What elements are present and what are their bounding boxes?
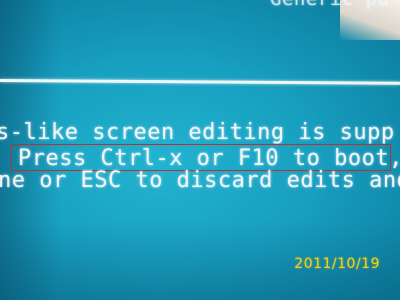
monitor-photo: Generic pa s-like screen editing is supp… [0, 0, 400, 300]
screen-top-text: Generic pa [270, 0, 389, 10]
screen-text-line-3: ne or ESC to discard edits and [0, 168, 400, 193]
screen-text-line-1: s-like screen editing is supp [0, 120, 395, 145]
screen-divider-line [0, 79, 400, 85]
photo-timestamp: 2011/10/19 [294, 256, 380, 272]
